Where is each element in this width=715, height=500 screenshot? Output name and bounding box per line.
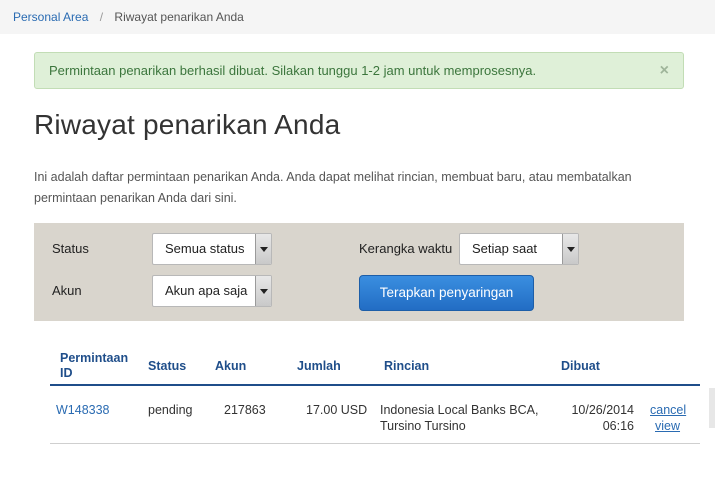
- chevron-down-icon: [562, 234, 578, 264]
- alert-message: Permintaan penarikan berhasil dibuat. Si…: [49, 63, 537, 78]
- breadcrumb-home-link[interactable]: Personal Area: [13, 10, 88, 24]
- status-select-value: Semua status: [165, 241, 245, 256]
- status-cell: pending: [148, 403, 193, 417]
- cancel-link[interactable]: cancel: [650, 402, 686, 418]
- account-select[interactable]: Akun apa saja: [152, 275, 272, 307]
- status-select[interactable]: Semua status: [152, 233, 272, 265]
- header-amount: Jumlah: [297, 359, 341, 373]
- apply-filter-button[interactable]: Terapkan penyaringan: [359, 275, 534, 311]
- header-request-id: Permintaan ID: [60, 351, 129, 380]
- created-cell: 10/26/2014 06:16: [558, 402, 634, 434]
- breadcrumb: Personal Area / Riwayat penarikan Anda: [0, 0, 715, 34]
- account-filter-label: Akun: [52, 283, 82, 298]
- status-filter-label: Status: [52, 241, 89, 256]
- page-title: Riwayat penarikan Anda: [34, 109, 341, 140]
- request-id-cell[interactable]: W148338: [56, 402, 110, 418]
- header-status: Status: [148, 359, 187, 373]
- header-created: Dibuat: [561, 359, 600, 373]
- header-account: Akun: [215, 359, 247, 373]
- scrollbar[interactable]: [709, 388, 715, 428]
- chevron-down-icon: [255, 234, 271, 264]
- withdrawal-table: Permintaan ID Status Akun Jumlah Rincian…: [50, 346, 700, 444]
- page-intro: Ini adalah daftar permintaan penarikan A…: [34, 170, 632, 205]
- table-row: W148338 pending 217863 17.00 USD Indones…: [50, 386, 700, 444]
- breadcrumb-current: Riwayat penarikan Anda: [114, 10, 244, 24]
- created-time: 06:16: [602, 419, 634, 433]
- chevron-down-icon: [255, 276, 271, 306]
- account-cell: 217863: [224, 403, 266, 417]
- actions-cell: cancel view: [650, 402, 686, 434]
- timeframe-filter-label: Kerangka waktu: [359, 241, 453, 256]
- details-cell: Indonesia Local Banks BCA, Tursino Tursi…: [380, 403, 539, 433]
- account-select-value: Akun apa saja: [165, 283, 248, 298]
- close-icon[interactable]: ×: [660, 53, 669, 88]
- success-alert: Permintaan penarikan berhasil dibuat. Si…: [34, 52, 684, 89]
- breadcrumb-separator: /: [99, 10, 104, 24]
- filter-panel: Status Semua status Kerangka waktu Setia…: [34, 223, 684, 321]
- amount-cell: 17.00 USD: [306, 403, 368, 417]
- view-link[interactable]: view: [650, 418, 686, 434]
- timeframe-select-value: Setiap saat: [472, 241, 538, 256]
- header-details: Rincian: [384, 359, 430, 373]
- created-date: 10/26/2014: [571, 403, 634, 417]
- timeframe-select[interactable]: Setiap saat: [459, 233, 579, 265]
- table-header: Permintaan ID Status Akun Jumlah Rincian…: [50, 346, 700, 386]
